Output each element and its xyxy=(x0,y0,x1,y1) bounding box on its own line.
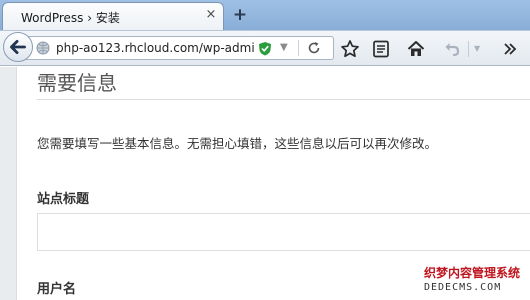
tab-title: WordPress › 安装 xyxy=(21,11,120,25)
navigation-bar: php-ao123.rhcloud.com/wp-admi ▼ ▼ xyxy=(0,30,530,66)
site-title-input[interactable] xyxy=(37,213,530,251)
shield-check-icon[interactable] xyxy=(258,41,272,56)
globe-icon xyxy=(36,41,50,55)
watermark: 织梦内容管理系统 DEDECMS.COM xyxy=(420,262,530,300)
site-title-label: 站点标题 xyxy=(37,192,90,207)
url-separator xyxy=(298,40,299,56)
tab-strip: WordPress › 安装 × + xyxy=(0,0,530,30)
url-dropdown-icon[interactable]: ▼ xyxy=(280,40,288,56)
reload-icon[interactable] xyxy=(306,40,322,56)
undo-dropdown-icon[interactable]: ▼ xyxy=(474,44,480,53)
bookmark-star-icon[interactable] xyxy=(340,39,360,59)
watermark-brand: 织梦内容管理系统 xyxy=(424,266,521,280)
heading-divider xyxy=(37,99,530,100)
reading-list-icon[interactable] xyxy=(371,39,391,59)
undo-icon[interactable] xyxy=(442,39,462,59)
username-label: 用户名 xyxy=(37,282,77,297)
new-tab-button[interactable]: + xyxy=(230,5,250,25)
watermark-domain: DEDECMS.COM xyxy=(424,282,502,293)
back-arrow-icon xyxy=(10,40,26,54)
page-heading: 需要信息 xyxy=(37,71,117,95)
left-rail xyxy=(0,67,17,300)
home-icon[interactable] xyxy=(406,39,426,59)
browser-tab[interactable]: WordPress › 安装 × xyxy=(2,2,224,30)
close-tab-icon[interactable]: × xyxy=(203,7,219,23)
address-bar[interactable]: php-ao123.rhcloud.com/wp-admi ▼ xyxy=(26,36,334,60)
toolbar-separator xyxy=(468,41,469,57)
overflow-chevron-icon[interactable] xyxy=(500,39,520,59)
intro-text: 您需要填写一些基本信息。无需担心填错，这些信息以后可以再次修改。 xyxy=(37,136,438,151)
url-text: php-ao123.rhcloud.com/wp-admi xyxy=(56,41,254,55)
back-button[interactable] xyxy=(3,32,33,62)
